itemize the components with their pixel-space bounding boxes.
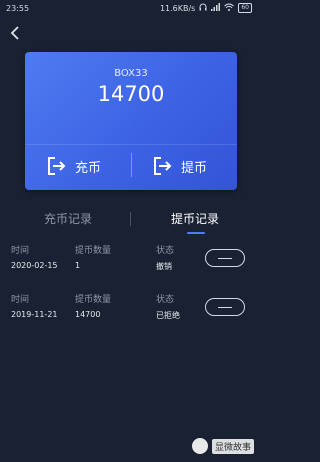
active-tab-indicator bbox=[187, 232, 205, 234]
withdraw-icon bbox=[154, 157, 172, 175]
deposit-label: 充币 bbox=[75, 160, 102, 176]
status-bar: 23:55 11.6KB/s 60 bbox=[0, 0, 260, 18]
dash-icon bbox=[218, 257, 232, 259]
record-action-button[interactable] bbox=[205, 249, 245, 267]
record-action-button[interactable] bbox=[205, 298, 245, 316]
action-separator bbox=[131, 153, 132, 177]
status-label: 状态 bbox=[156, 246, 175, 256]
time-label: 时间 bbox=[11, 246, 30, 256]
coin-symbol: BOX33 bbox=[114, 68, 148, 79]
back-button[interactable] bbox=[6, 22, 24, 44]
battery-icon: 60 bbox=[238, 3, 252, 13]
record-time: 2019-11-21 bbox=[11, 310, 58, 319]
record-status: 撤销 bbox=[156, 262, 172, 271]
status-time: 23:55 bbox=[6, 4, 30, 13]
quantity-label: 提币数量 bbox=[75, 295, 112, 305]
balance-card: BOX33 14700 充币 提币 bbox=[25, 52, 237, 190]
record-tabs: 充币记录 提币记录 bbox=[0, 204, 260, 234]
headphone-icon bbox=[199, 3, 207, 13]
coin-balance: 14700 bbox=[97, 82, 165, 106]
signal-icon bbox=[211, 3, 221, 13]
tab-withdraw-records[interactable]: 提币记录 bbox=[171, 210, 219, 227]
status-right: 11.6KB/s 60 bbox=[160, 3, 252, 13]
network-speed: 11.6KB/s bbox=[159, 3, 196, 13]
record-status: 已拒绝 bbox=[156, 311, 180, 320]
time-label: 时间 bbox=[11, 295, 30, 305]
tab-separator bbox=[130, 212, 131, 226]
watermark-text: 显微故事 bbox=[211, 438, 254, 454]
record-quantity: 14700 bbox=[75, 310, 101, 319]
watermark-logo-icon bbox=[191, 438, 208, 454]
quantity-label: 提币数量 bbox=[75, 246, 112, 256]
wifi-icon bbox=[224, 3, 235, 13]
deposit-button[interactable]: 充币 bbox=[47, 149, 101, 183]
dash-icon bbox=[218, 306, 232, 308]
card-divider bbox=[25, 144, 237, 145]
chevron-left-icon bbox=[10, 26, 19, 40]
withdraw-button[interactable]: 提币 bbox=[153, 149, 207, 183]
deposit-icon bbox=[48, 157, 66, 175]
record-time: 2020-02-15 bbox=[11, 261, 58, 270]
record-quantity: 1 bbox=[75, 261, 81, 270]
tab-deposit-records[interactable]: 充币记录 bbox=[44, 210, 92, 227]
list-item: 时间 提币数量 状态 2019-11-21 14700 已拒绝 bbox=[0, 292, 260, 338]
list-item: 时间 提币数量 状态 2020-02-15 1 撤销 bbox=[0, 243, 260, 289]
watermark: 显微故事 bbox=[191, 438, 254, 454]
withdraw-label: 提币 bbox=[181, 160, 208, 176]
status-label: 状态 bbox=[156, 295, 175, 305]
